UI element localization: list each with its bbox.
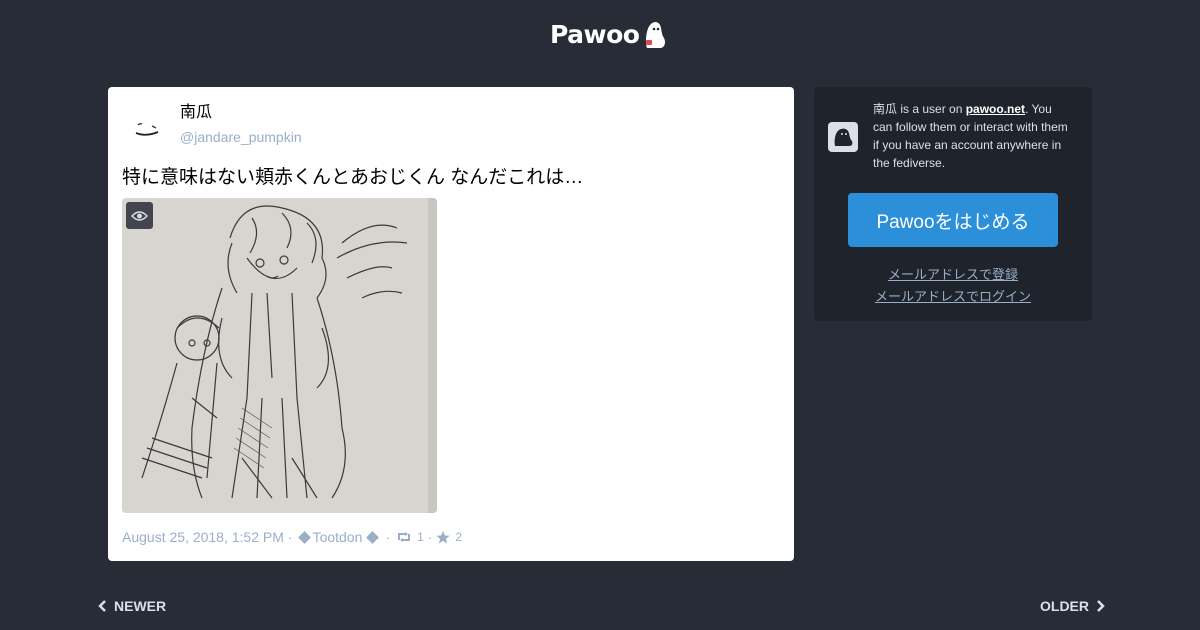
diamond-icon [366, 530, 380, 544]
newer-label: NEWER [114, 598, 167, 614]
pawoo-logo[interactable]: Pawoo [550, 20, 667, 50]
sketch-image [122, 198, 437, 513]
logo-text: Pawoo [550, 20, 640, 49]
login-link[interactable]: メールアドレスでログイン [814, 288, 1092, 306]
retweet-icon [398, 532, 411, 542]
signup-link[interactable]: メールアドレスで登録 [814, 266, 1092, 284]
favourite-count: 2 [455, 530, 463, 544]
older-label: OLDER [1040, 598, 1089, 614]
account-handle[interactable]: @jandare_pumpkin [180, 128, 302, 146]
meta-separator: · [287, 529, 293, 545]
sidebar-intro: 南瓜 is a user on pawoo.net. You can follo… [873, 100, 1073, 172]
sidebar-card: 南瓜 is a user on pawoo.net. You can follo… [814, 87, 1092, 321]
diamond-icon [297, 530, 311, 544]
pawoo-mascot-icon [828, 122, 858, 152]
chevron-left-icon [98, 600, 106, 612]
avatar[interactable] [122, 101, 170, 149]
media-visibility-toggle[interactable] [126, 202, 153, 229]
status-content: 特に意味はない頬赤くんとあおじくん なんだこれは… [122, 167, 584, 188]
get-started-button[interactable]: Pawooをはじめる [848, 193, 1058, 247]
media-attachment[interactable] [122, 198, 437, 513]
newer-button[interactable]: NEWER [98, 597, 166, 615]
pawoo-mascot-icon [646, 22, 666, 48]
status-meta: August 25, 2018, 1:52 PM · Tootdon · 1 ·… [122, 528, 462, 546]
intro-prefix: is a user on [897, 102, 966, 116]
eye-icon [131, 210, 148, 221]
intro-name: 南瓜 [873, 102, 898, 116]
display-name[interactable]: 南瓜 [180, 103, 212, 123]
star-icon [436, 530, 451, 543]
reblog-count: 1 [417, 530, 424, 544]
older-button[interactable]: OLDER [1040, 597, 1105, 615]
status-card: 南瓜 @jandare_pumpkin 特に意味はない頬赤くんとあおじくん なん… [108, 87, 794, 561]
chevron-right-icon [1097, 600, 1105, 612]
meta-separator: · [385, 529, 391, 545]
meta-separator: · [427, 529, 433, 545]
avatar-image [135, 123, 159, 136]
domain-link[interactable]: pawoo.net [966, 102, 1025, 116]
status-timestamp[interactable]: August 25, 2018, 1:52 PM [122, 528, 284, 546]
application-name[interactable]: Tootdon [313, 528, 363, 546]
